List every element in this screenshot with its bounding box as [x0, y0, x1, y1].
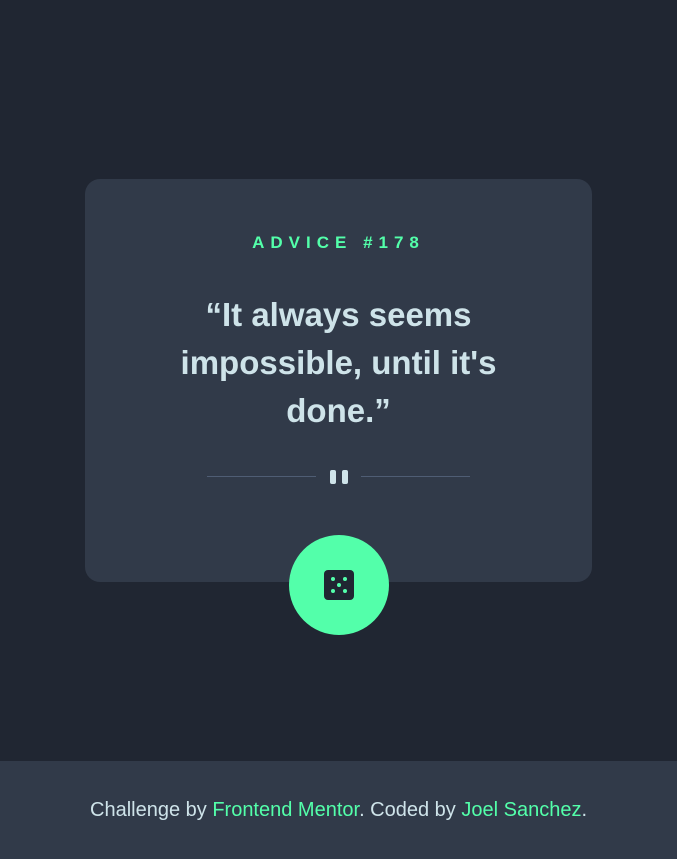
footer-middle: . Coded by	[359, 799, 462, 821]
advice-card: ADVICE #178 “It always seems impossible,…	[85, 179, 592, 582]
advice-id: ADVICE #178	[252, 233, 425, 252]
advice-quote-line: done.”	[286, 392, 391, 429]
author-link[interactable]: Joel Sanchez	[461, 799, 581, 821]
pause-icon	[330, 470, 348, 484]
footer-prefix: Challenge by	[90, 799, 213, 821]
divider-line-left	[207, 476, 316, 477]
main-area: ADVICE #178 “It always seems impossible,…	[0, 0, 677, 761]
advice-quote-line: impossible, until it's	[180, 344, 497, 381]
pattern-divider	[207, 468, 470, 484]
dice-icon	[324, 570, 354, 600]
advice-quote: “It always seems impossible, until it's …	[145, 291, 532, 435]
divider-line-right	[361, 476, 470, 477]
advice-quote-line: “It always seems	[205, 296, 472, 333]
new-advice-button[interactable]	[289, 535, 389, 635]
attribution-footer: Challenge by Frontend Mentor. Coded by J…	[0, 761, 677, 859]
frontend-mentor-link[interactable]: Frontend Mentor	[212, 799, 359, 821]
footer-suffix: .	[581, 799, 587, 821]
